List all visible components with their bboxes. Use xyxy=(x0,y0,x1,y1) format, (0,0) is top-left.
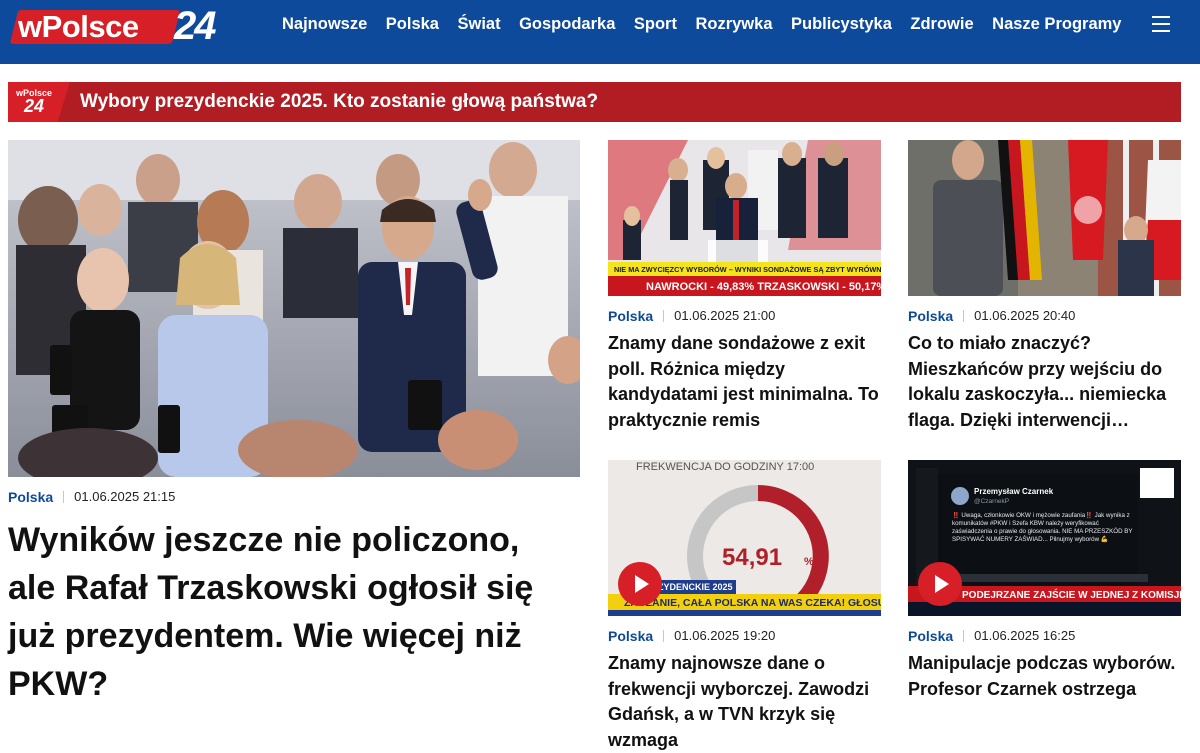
main-nav: Najnowsze Polska Świat Gospodarka Sport … xyxy=(282,14,1140,34)
play-video-icon[interactable] xyxy=(918,562,962,606)
main-article-image[interactable] xyxy=(8,140,580,477)
card-3-meta: Polska 01.06.2025 19:20 xyxy=(608,628,775,644)
card-3-image-value: 54,91 xyxy=(722,544,782,571)
hamburger-menu-icon[interactable] xyxy=(1152,16,1170,32)
site-header: wPolsce 24 Najnowsze Polska Świat Gospod… xyxy=(0,0,1200,64)
play-video-icon[interactable] xyxy=(618,562,662,606)
card-4-category[interactable]: Polska xyxy=(908,628,953,644)
meta-separator xyxy=(63,491,65,503)
meta-separator xyxy=(963,310,965,322)
card-1-meta: Polska 01.06.2025 21:00 xyxy=(608,308,775,324)
card-1-image-ticker-1: NIE MA ZWYCIĘZCY WYBORÓW – WYNIKI SONDAŻ… xyxy=(614,265,881,274)
card-1-image[interactable]: NIE MA ZWYCIĘZCY WYBORÓW – WYNIKI SONDAŻ… xyxy=(608,140,881,296)
card-4-image-author: Przemysław Czarnek xyxy=(974,487,1054,496)
card-3-image[interactable]: FREKWENCJA DO GODZINY 17:00 54,91 % ZYDE… xyxy=(608,460,881,616)
card-4-meta: Polska 01.06.2025 16:25 xyxy=(908,628,1075,644)
main-article-title[interactable]: Wyników jeszcze nie policzono, ale Rafał… xyxy=(8,516,568,708)
logo-number: 24 xyxy=(174,4,216,48)
main-article-date: 01.06.2025 21:15 xyxy=(74,489,176,504)
card-1-title[interactable]: Znamy dane sondażowe z exit poll. Różnic… xyxy=(608,331,883,433)
site-logo[interactable]: wPolsce 24 xyxy=(8,4,224,48)
main-article-meta: Polska 01.06.2025 21:15 xyxy=(8,489,175,505)
card-2-date: 01.06.2025 20:40 xyxy=(974,308,1076,323)
election-banner[interactable]: wPolsce 24 Wybory prezydenckie 2025. Kto… xyxy=(8,82,1181,122)
card-2-image[interactable] xyxy=(908,140,1181,296)
nav-item-rozrywka[interactable]: Rozrywka xyxy=(695,14,772,34)
meta-separator xyxy=(663,310,665,322)
card-4-image-post: ‼️ Uwaga, członkowie OKW i mężowie zaufa… xyxy=(952,512,1133,543)
card-2-category[interactable]: Polska xyxy=(908,308,953,324)
logo-text: wPolsce xyxy=(18,9,139,44)
card-4-title[interactable]: Manipulacje podczas wyborów. Profesor Cz… xyxy=(908,651,1183,702)
nav-item-publicystyka[interactable]: Publicystyka xyxy=(791,14,892,34)
nav-item-nasze-programy[interactable]: Nasze Programy xyxy=(992,14,1121,34)
card-3-image-label: ZYDENCKIE 2025 xyxy=(658,582,733,592)
nav-item-sport[interactable]: Sport xyxy=(634,14,677,34)
card-4-image[interactable]: Przemysław Czarnek @CzarnekP ‼️ Uwaga, c… xyxy=(908,460,1181,616)
banner-badge-number: 24 xyxy=(24,96,45,116)
card-4-image-ticker: PODEJRZANE ZAJŚCIE W JEDNEJ Z KOMISJI xyxy=(962,588,1181,601)
card-1-date: 01.06.2025 21:00 xyxy=(674,308,776,323)
card-4-image-handle: @CzarnekP xyxy=(974,498,1009,505)
meta-separator xyxy=(663,630,665,642)
nav-item-zdrowie[interactable]: Zdrowie xyxy=(910,14,973,34)
main-article-category[interactable]: Polska xyxy=(8,489,53,505)
card-1-image-ticker-2: NAWROCKI - 49,83% TRZASKOWSKI - 50,17% xyxy=(646,281,881,293)
card-3-category[interactable]: Polska xyxy=(608,628,653,644)
card-2-meta: Polska 01.06.2025 20:40 xyxy=(908,308,1075,324)
card-2-title[interactable]: Co to miało znaczyć? Mieszkańców przy we… xyxy=(908,331,1183,433)
card-3-image-heading: FREKWENCJA DO GODZINY 17:00 xyxy=(636,461,814,473)
nav-item-najnowsze[interactable]: Najnowsze xyxy=(282,14,367,34)
card-3-title[interactable]: Znamy najnowsze dane o frekwencji wyborc… xyxy=(608,651,883,753)
meta-separator xyxy=(963,630,965,642)
card-1-category[interactable]: Polska xyxy=(608,308,653,324)
nav-item-polska[interactable]: Polska xyxy=(386,14,439,34)
nav-item-gospodarka[interactable]: Gospodarka xyxy=(519,14,615,34)
card-3-date: 01.06.2025 19:20 xyxy=(674,628,776,643)
card-4-date: 01.06.2025 16:25 xyxy=(974,628,1076,643)
banner-logo-badge: wPolsce 24 xyxy=(8,82,70,122)
card-3-image-unit: % xyxy=(804,556,814,568)
nav-item-swiat[interactable]: Świat xyxy=(457,14,500,34)
banner-title[interactable]: Wybory prezydenckie 2025. Kto zostanie g… xyxy=(80,92,598,112)
card-3-image-ticker: ZACZANIE, CAŁA POLSKA NA WAS CZEKA! GŁOS… xyxy=(624,597,881,609)
